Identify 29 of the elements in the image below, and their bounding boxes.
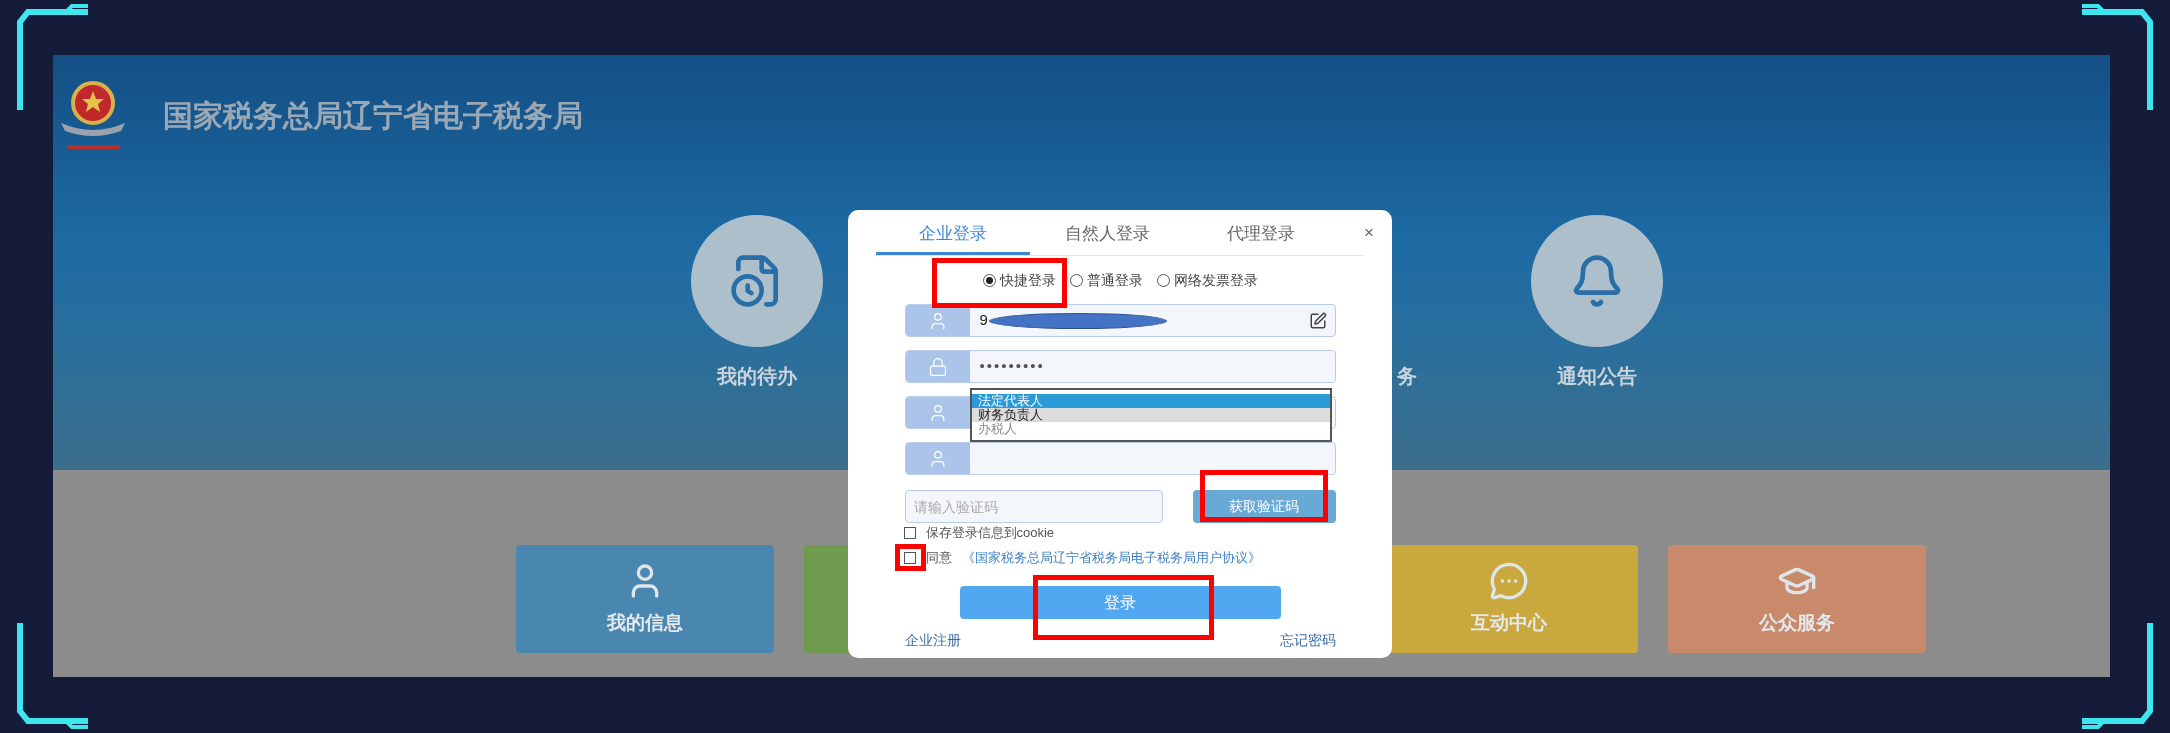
dropdown-option[interactable]: 财务负责人 <box>972 408 1330 422</box>
password-field[interactable]: ••••••••• <box>904 350 1336 383</box>
lock-icon <box>927 356 948 377</box>
captcha-field[interactable]: 请输入验证码 <box>904 490 1163 523</box>
login-tab[interactable]: 自然人登录 <box>1030 210 1184 255</box>
highlight-frame <box>895 544 926 571</box>
footer-link[interactable]: 企业注册 <box>904 630 961 651</box>
shortcut-label: 我的待办 <box>717 364 797 389</box>
login-tab[interactable]: 企业登录 <box>876 210 1030 255</box>
checkbox[interactable] <box>903 551 916 564</box>
checkbox[interactable] <box>903 526 916 539</box>
service-tile[interactable]: 我的信息 <box>516 545 774 653</box>
phone-field[interactable] <box>904 442 1336 475</box>
username-field[interactable]: 9 <box>904 304 1336 337</box>
checkbox-label: 同意 <box>925 550 952 565</box>
chat-bubble-icon <box>1489 560 1529 601</box>
agreement-link[interactable]: 《国家税务总局辽宁省税务局电子税务局用户协议》 <box>961 550 1261 565</box>
shortcut-label: 通知公告 <box>1557 364 1637 389</box>
checkbox-label: 保存登录信息到cookie <box>925 525 1055 540</box>
dropdown-option[interactable]: 法定代表人 <box>972 394 1330 408</box>
site-title: 国家税务总局辽宁省电子税务局 <box>163 97 583 134</box>
close-button[interactable]: × <box>1364 220 1374 246</box>
footer-link[interactable]: 忘记密码 <box>1279 630 1336 651</box>
login-tab[interactable]: 代理登录 <box>1184 210 1338 255</box>
login-mode-radio[interactable]: 普通登录 <box>1069 270 1143 291</box>
edit-icon[interactable] <box>1308 311 1327 330</box>
shortcut-label: 务 <box>1397 364 1418 389</box>
login-mode-radio[interactable]: 快捷登录 <box>982 270 1056 291</box>
login-mode-radio[interactable]: 网络发票登录 <box>1156 270 1258 291</box>
